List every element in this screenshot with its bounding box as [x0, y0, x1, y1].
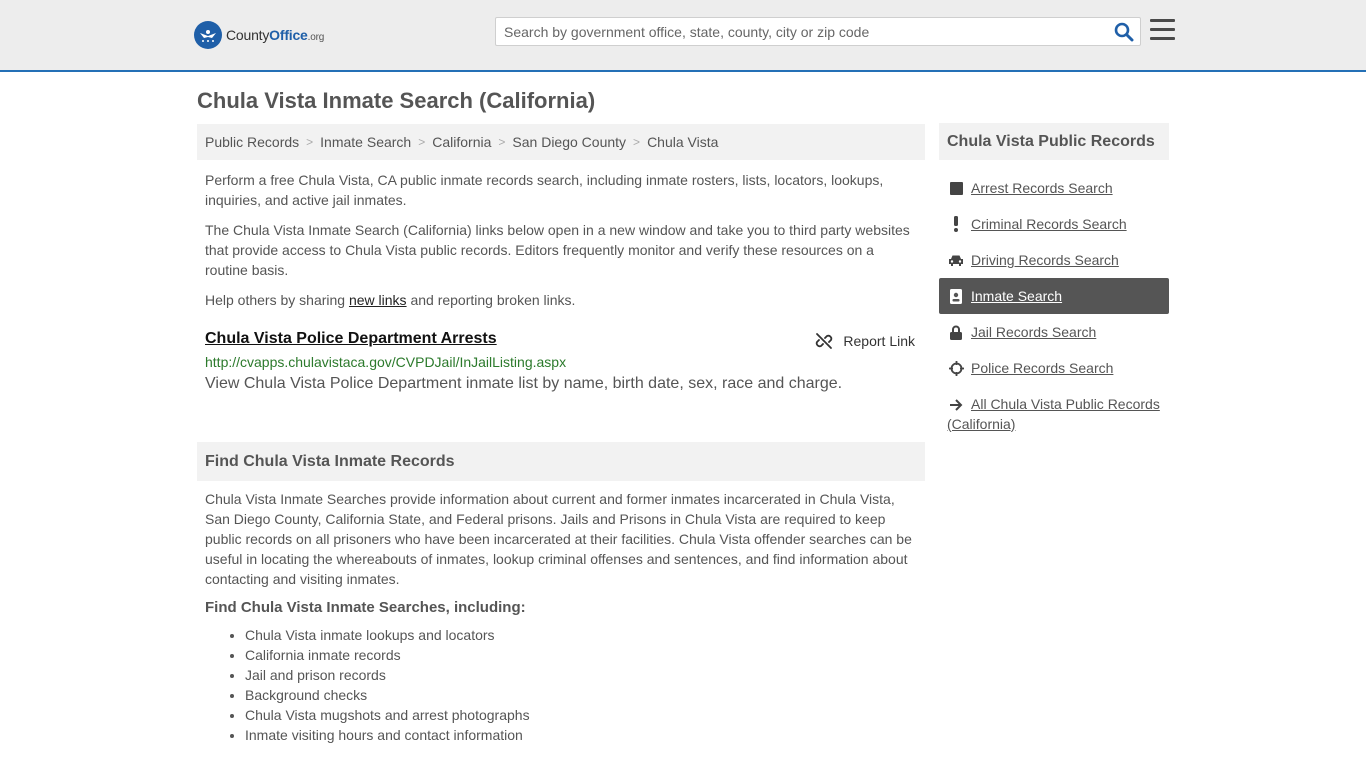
sidebar-item-inmate-search[interactable]: Inmate Search	[939, 278, 1169, 314]
site-search	[495, 17, 1141, 46]
chevron-right-icon: >	[418, 135, 426, 149]
list-item: California inmate records	[245, 645, 925, 665]
breadcrumb-california[interactable]: California	[432, 134, 491, 150]
sidebar-item-label: Criminal Records Search	[971, 216, 1127, 232]
listing-title-link[interactable]: Chula Vista Police Department Arrests	[205, 330, 497, 348]
sidebar-item-police-records[interactable]: Police Records Search	[939, 350, 1169, 386]
list-item: Jail and prison records	[245, 665, 925, 685]
sidebar-item-label: Jail Records Search	[971, 324, 1097, 340]
search-icon[interactable]	[1114, 22, 1134, 42]
sidebar-item-label: All Chula Vista Public Records (Californ…	[947, 396, 1160, 432]
car-icon	[947, 252, 965, 268]
arrow-right-icon	[947, 397, 965, 413]
sidebar-item-label: Driving Records Search	[971, 252, 1119, 268]
disclaimer-paragraph: The Chula Vista Inmate Search (Californi…	[205, 222, 910, 278]
sidebar-heading: Chula Vista Public Records	[939, 123, 1169, 160]
sidebar-item-criminal-records[interactable]: Criminal Records Search	[939, 206, 1169, 242]
breadcrumb-public-records[interactable]: Public Records	[205, 134, 299, 150]
find-records-section: Chula Vista Inmate Searches provide info…	[197, 489, 925, 745]
sidebar-item-arrest-records[interactable]: Arrest Records Search	[939, 170, 1169, 206]
main-content: Perform a free Chula Vista, CA public in…	[197, 170, 925, 393]
broken-link-icon	[816, 333, 833, 349]
chevron-right-icon: >	[633, 135, 641, 149]
find-records-list: Chula Vista inmate lookups and locators …	[197, 625, 925, 745]
sidebar-list: Arrest Records Search Criminal Records S…	[939, 170, 1169, 434]
report-link-button[interactable]: Report Link	[815, 332, 915, 350]
find-records-body: Chula Vista Inmate Searches provide info…	[205, 491, 912, 587]
sidebar-item-driving-records[interactable]: Driving Records Search	[939, 242, 1169, 278]
hamburger-menu-icon[interactable]	[1150, 19, 1175, 41]
chevron-right-icon: >	[498, 135, 506, 149]
id-badge-icon	[947, 288, 965, 304]
chevron-right-icon: >	[306, 135, 314, 149]
listing-url-link[interactable]: http://cvapps.chulavistaca.gov/CVPDJail/…	[205, 354, 917, 370]
breadcrumb-current: Chula Vista	[647, 134, 719, 150]
share-paragraph: Help others by sharing new links and rep…	[205, 292, 576, 308]
sidebar-item-jail-records[interactable]: Jail Records Search	[939, 314, 1169, 350]
logo-wordmark: CountyOffice.org	[226, 27, 325, 43]
list-item: Background checks	[245, 685, 925, 705]
list-item: Chula Vista mugshots and arrest photogra…	[245, 705, 925, 725]
sidebar-item-label: Police Records Search	[971, 360, 1114, 376]
list-item: Chula Vista inmate lookups and locators	[245, 625, 925, 645]
sidebar-item-label: Arrest Records Search	[971, 180, 1113, 196]
listing-description: View Chula Vista Police Department inmat…	[205, 375, 843, 392]
page-title: Chula Vista Inmate Search (California)	[197, 88, 596, 113]
find-records-heading: Find Chula Vista Inmate Records	[197, 442, 925, 481]
square-icon	[947, 180, 965, 196]
site-logo[interactable]: CountyOffice.org	[194, 20, 324, 50]
intro-paragraph: Perform a free Chula Vista, CA public in…	[205, 172, 884, 208]
listing-item: Chula Vista Police Department Arrests Re…	[197, 330, 925, 393]
find-records-subheading: Find Chula Vista Inmate Searches, includ…	[205, 599, 526, 616]
breadcrumb: Public Records > Inmate Search > Califor…	[197, 124, 925, 160]
sidebar-item-label: Inmate Search	[971, 288, 1063, 304]
site-header: CountyOffice.org	[0, 0, 1366, 72]
eagle-seal-icon	[194, 21, 222, 49]
crosshair-icon	[947, 360, 965, 376]
sidebar: Chula Vista Public Records Arrest Record…	[939, 123, 1169, 434]
lock-icon	[947, 324, 965, 340]
exclamation-icon	[947, 216, 965, 232]
breadcrumb-san-diego-county[interactable]: San Diego County	[512, 134, 626, 150]
breadcrumb-inmate-search[interactable]: Inmate Search	[320, 134, 411, 150]
sidebar-item-all-public-records[interactable]: All Chula Vista Public Records (Californ…	[939, 386, 1169, 434]
search-input[interactable]	[496, 18, 1096, 45]
new-links-link[interactable]: new links	[349, 292, 407, 308]
list-item: Inmate visiting hours and contact inform…	[245, 725, 925, 745]
